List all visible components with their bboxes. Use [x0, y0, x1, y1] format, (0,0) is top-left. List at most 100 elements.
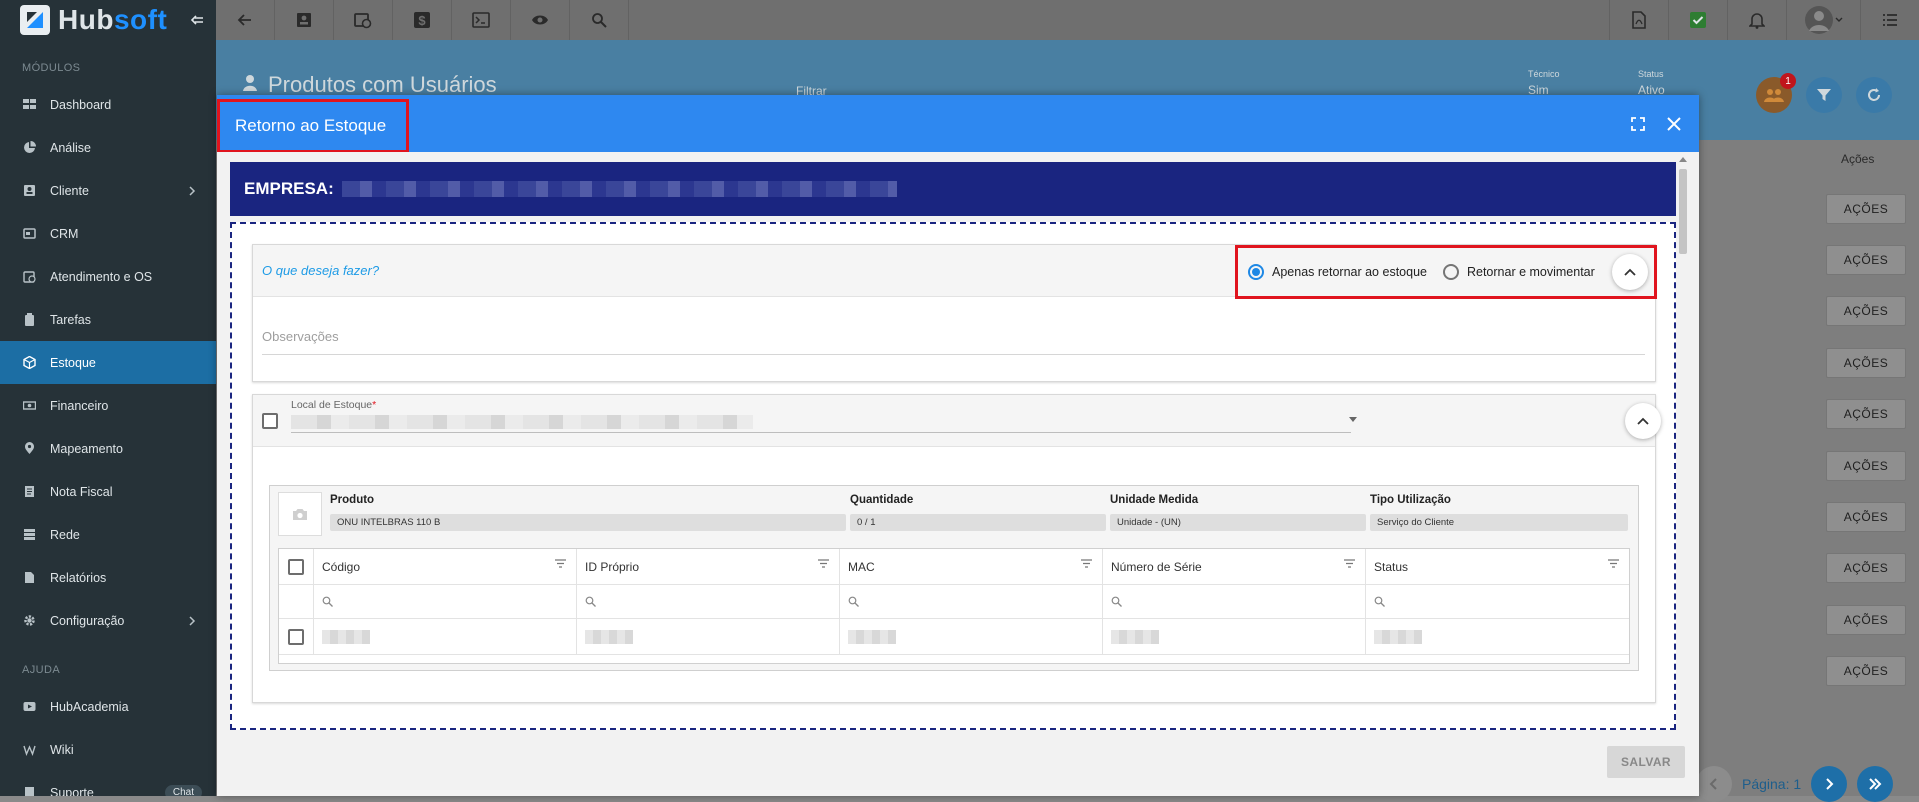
- status-select[interactable]: StatusAtivo: [1638, 66, 1665, 98]
- table-row[interactable]: [279, 619, 1629, 655]
- sidebar-item-nota-fiscal[interactable]: Nota Fiscal: [0, 470, 216, 513]
- pdf-button[interactable]: [1609, 0, 1668, 40]
- column-menu-icon[interactable]: [1608, 559, 1619, 568]
- sidebar-item-hubacademia[interactable]: HubAcademia: [0, 685, 216, 728]
- finance-button[interactable]: $: [393, 0, 452, 40]
- dialog-scrollbar[interactable]: [1677, 157, 1689, 757]
- column-codigo[interactable]: Código: [314, 549, 577, 584]
- sidebar-item-suporte[interactable]: Suporte Chat: [0, 771, 216, 796]
- team-button[interactable]: 1: [1756, 77, 1792, 113]
- funnel-icon: [1816, 87, 1832, 103]
- sidebar-item-analise[interactable]: Análise: [0, 126, 216, 169]
- option-apenas-retornar-label[interactable]: Apenas retornar ao estoque: [1272, 265, 1427, 279]
- sidebar-item-atendimento[interactable]: Atendimento e OS: [0, 255, 216, 298]
- grid-select-all-checkbox[interactable]: [288, 559, 304, 575]
- menu-button[interactable]: [1860, 0, 1919, 40]
- column-mac[interactable]: MAC: [840, 549, 1103, 584]
- column-menu-icon[interactable]: [1081, 559, 1092, 568]
- sidebar-item-tarefas[interactable]: Tarefas: [0, 298, 216, 341]
- filter-codigo-input[interactable]: [314, 585, 577, 618]
- logo[interactable]: Hubsoft: [0, 0, 216, 40]
- sidebar-item-crm[interactable]: CRM: [0, 212, 216, 255]
- select-all-location-checkbox[interactable]: [262, 413, 278, 429]
- collapse-action-card-button[interactable]: [1612, 254, 1648, 290]
- tipo-utilizacao-value: Serviço do Cliente: [1370, 514, 1628, 531]
- client-card-button[interactable]: [275, 0, 334, 40]
- sidebar-item-mapeamento[interactable]: Mapeamento: [0, 427, 216, 470]
- wiki-icon: [22, 743, 36, 757]
- acoes-button[interactable]: AÇÕES: [1826, 451, 1906, 481]
- filter-numero-serie-input[interactable]: [1103, 585, 1366, 618]
- option-retornar-movimentar-label[interactable]: Retornar e movimentar: [1467, 265, 1595, 279]
- sidebar-item-financeiro[interactable]: Financeiro: [0, 384, 216, 427]
- column-menu-icon[interactable]: [555, 559, 566, 568]
- save-button[interactable]: SALVAR: [1607, 746, 1685, 778]
- view-button[interactable]: [511, 0, 570, 40]
- sidebar-item-label: Estoque: [50, 356, 96, 370]
- option-apenas-retornar-radio[interactable]: [1248, 264, 1264, 280]
- back-button[interactable]: [216, 0, 275, 40]
- chat-badge[interactable]: Chat: [165, 785, 202, 796]
- last-page-button[interactable]: [1857, 766, 1893, 802]
- scroll-up-arrow-icon[interactable]: [1679, 157, 1687, 162]
- tecnico-select[interactable]: TécnicoSim: [1528, 66, 1560, 98]
- notifications-button[interactable]: [1727, 0, 1786, 40]
- column-menu-icon[interactable]: [818, 559, 829, 568]
- acoes-button[interactable]: AÇÕES: [1826, 553, 1906, 583]
- observacoes-field[interactable]: Observações: [262, 329, 1645, 355]
- user-menu-button[interactable]: [1786, 0, 1860, 40]
- dialog-footer: SALVAR: [217, 740, 1699, 796]
- money-icon: [22, 399, 36, 413]
- sidebar-item-label: Wiki: [50, 743, 74, 757]
- acoes-button[interactable]: AÇÕES: [1826, 399, 1906, 429]
- users-icon: [1764, 87, 1784, 103]
- sidebar-item-configuracao[interactable]: Configuração: [0, 599, 216, 642]
- filter-id-proprio-input[interactable]: [577, 585, 840, 618]
- sidebar-item-rede[interactable]: Rede: [0, 513, 216, 556]
- sidebar-item-relatorios[interactable]: Relatórios: [0, 556, 216, 599]
- sidebar-item-dashboard[interactable]: Dashboard: [0, 83, 216, 126]
- sidebar-item-wiki[interactable]: Wiki: [0, 728, 216, 771]
- column-numero-serie[interactable]: Número de Série: [1103, 549, 1366, 584]
- scrollbar-thumb[interactable]: [1679, 169, 1687, 254]
- filter-status-input[interactable]: [1366, 585, 1629, 618]
- search-icon: [848, 596, 859, 607]
- sidebar-item-cliente[interactable]: Cliente: [0, 169, 216, 212]
- empresa-label: EMPRESA:: [244, 179, 334, 199]
- column-id-proprio[interactable]: ID Próprio: [577, 549, 840, 584]
- gear-icon: [22, 614, 36, 628]
- fullscreen-icon[interactable]: [1631, 117, 1645, 131]
- collapse-location-card-button[interactable]: [1625, 403, 1661, 439]
- retorno-estoque-dialog: Retorno ao Estoque EMPRESA: O que deseja…: [217, 95, 1699, 796]
- acoes-button[interactable]: AÇÕES: [1826, 194, 1906, 224]
- local-estoque-select[interactable]: [291, 432, 1351, 433]
- acoes-button[interactable]: AÇÕES: [1826, 296, 1906, 326]
- terminal-button[interactable]: [452, 0, 511, 40]
- schedule-button[interactable]: [334, 0, 393, 40]
- arrow-left-icon: [237, 12, 253, 28]
- search-button[interactable]: [570, 0, 629, 40]
- next-page-button[interactable]: [1811, 766, 1847, 802]
- acoes-button[interactable]: AÇÕES: [1826, 245, 1906, 275]
- sidebar-item-estoque[interactable]: Estoque: [0, 341, 216, 384]
- approval-button[interactable]: [1668, 0, 1727, 40]
- acoes-button[interactable]: AÇÕES: [1826, 348, 1906, 378]
- prev-page-button[interactable]: [1696, 766, 1732, 802]
- stock-location-card: Local de Estoque* Produto Quantidade Uni…: [252, 394, 1656, 703]
- report-icon: [22, 571, 36, 585]
- close-icon[interactable]: [1667, 117, 1681, 131]
- acoes-button[interactable]: AÇÕES: [1826, 605, 1906, 635]
- option-retornar-movimentar-radio[interactable]: [1443, 264, 1459, 280]
- collapse-menu-icon[interactable]: [190, 13, 204, 27]
- acoes-button[interactable]: AÇÕES: [1826, 656, 1906, 686]
- column-menu-icon[interactable]: [1344, 559, 1355, 568]
- filter-button[interactable]: [1806, 77, 1842, 113]
- clock-calendar-icon: [22, 270, 36, 284]
- row-checkbox[interactable]: [288, 629, 304, 645]
- filter-mac-input[interactable]: [840, 585, 1103, 618]
- local-estoque-label-text: Local de Estoque: [291, 399, 372, 411]
- acoes-button[interactable]: AÇÕES: [1826, 502, 1906, 532]
- refresh-button[interactable]: [1856, 77, 1892, 113]
- dropdown-arrow-icon[interactable]: [1349, 417, 1357, 422]
- column-status[interactable]: Status: [1366, 549, 1629, 584]
